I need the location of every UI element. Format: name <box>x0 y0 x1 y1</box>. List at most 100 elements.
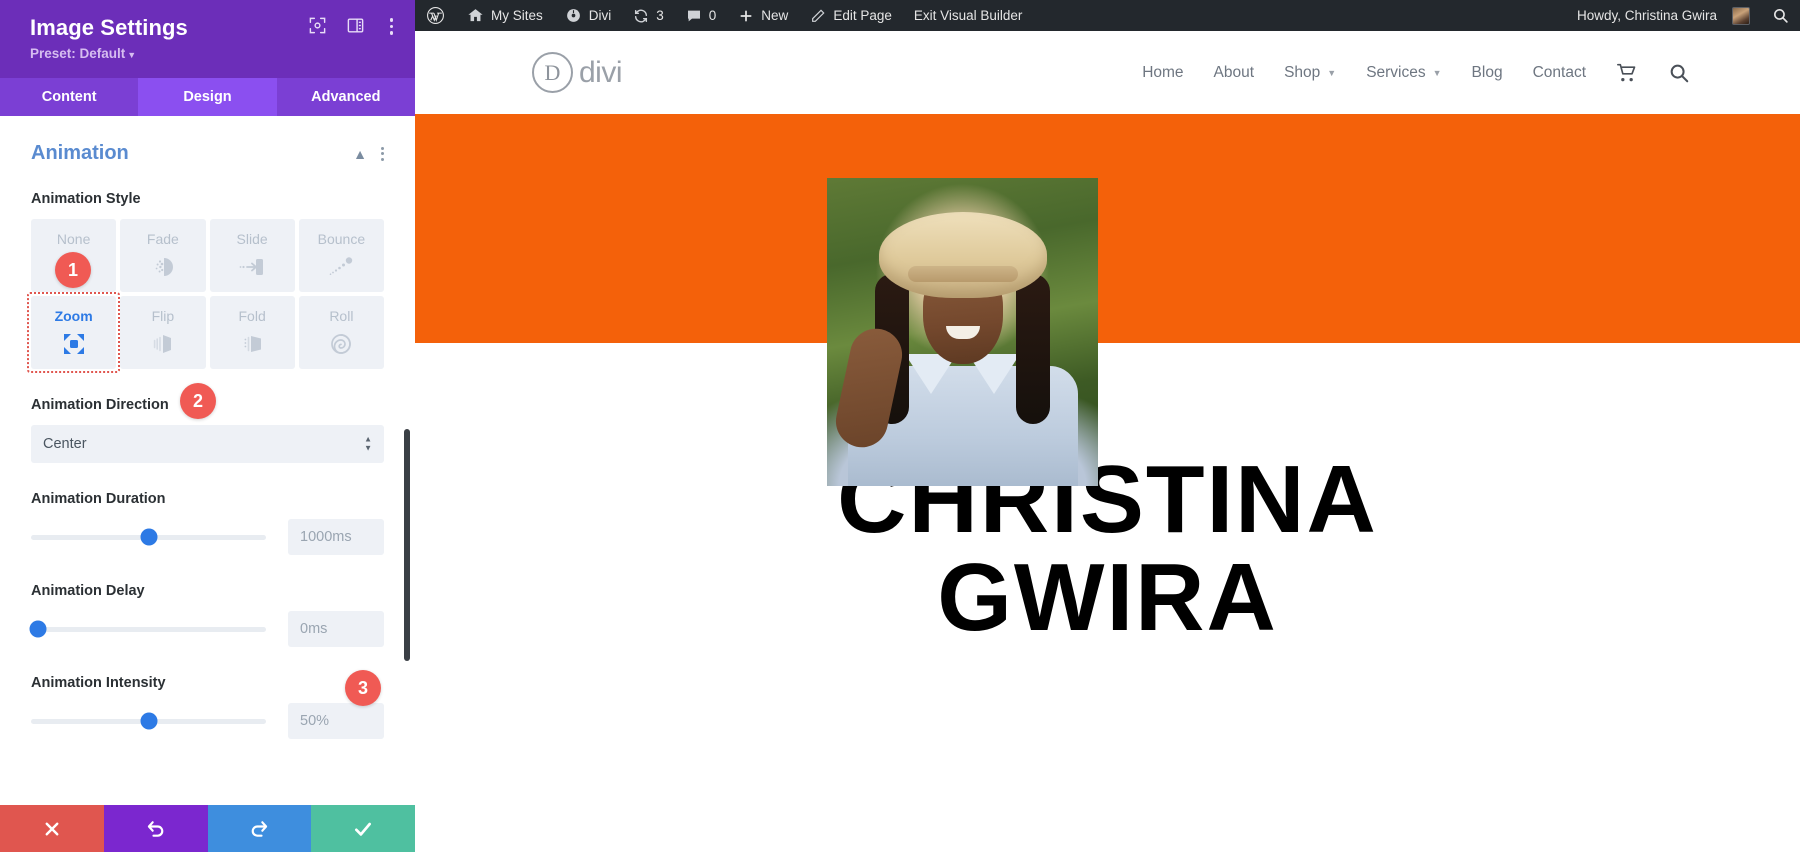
redo-icon <box>249 819 269 839</box>
admin-bar-my-sites-label: My Sites <box>491 8 543 23</box>
wordpress-admin-bar: My Sites Divi 3 0 New Edit Page Exit Vis… <box>415 0 1800 31</box>
hero-name-block: CHRISTINA GWIRA <box>415 343 1800 852</box>
panel-footer <box>0 805 415 852</box>
animation-style-slide[interactable]: Slide <box>209 219 295 292</box>
tab-label: Advanced <box>311 89 381 105</box>
cart-button[interactable] <box>1616 63 1638 83</box>
admin-bar-search[interactable] <box>1761 0 1800 31</box>
chevron-down-icon: ▼ <box>127 49 137 60</box>
admin-bar-divi[interactable]: Divi <box>554 0 623 31</box>
hero-portrait-image[interactable] <box>827 178 1098 486</box>
animation-style-label-item: Fade <box>146 231 179 247</box>
panel-header: Image Settings Preset: Default ▼ <box>0 0 415 78</box>
animation-duration-row: 1000ms <box>31 519 384 555</box>
admin-bar-new[interactable]: New <box>727 0 799 31</box>
animation-style-label-item: Fold <box>238 308 266 324</box>
checkmark-icon <box>353 819 373 839</box>
animation-style-zoom[interactable]: Zoom <box>27 292 121 373</box>
redo-button[interactable] <box>207 805 312 852</box>
plus-icon <box>738 8 754 24</box>
tab-label: Content <box>41 89 97 105</box>
admin-bar-new-label: New <box>761 8 789 23</box>
nav-item-label: Contact <box>1532 63 1586 81</box>
animation-style-label-item: Roll <box>329 308 354 324</box>
animation-delay-slider[interactable] <box>29 620 266 638</box>
undo-button[interactable] <box>103 805 208 852</box>
fullscreen-icon[interactable] <box>308 16 328 36</box>
site-search-button[interactable] <box>1668 62 1690 84</box>
site-logo-text: divi <box>579 55 623 89</box>
preset-selector[interactable]: Preset: Default ▼ <box>30 46 393 61</box>
nav-item-home[interactable]: Home <box>1142 64 1183 82</box>
annotation-badge-1: 1 <box>55 252 91 288</box>
nav-item-services[interactable]: Services ▼ <box>1366 64 1441 82</box>
animation-direction-value: Center <box>43 436 87 452</box>
animation-intensity-value[interactable]: 50% <box>288 703 384 739</box>
animation-style-roll[interactable]: Roll <box>298 296 384 369</box>
animation-duration-slider[interactable] <box>31 528 266 546</box>
animation-style-label: Animation Style <box>31 191 141 207</box>
admin-bar-comments[interactable]: 0 <box>675 0 728 31</box>
chevron-up-icon[interactable]: ▲ <box>353 147 367 161</box>
animation-style-fold[interactable]: Fold <box>209 296 295 369</box>
nav-item-label: Shop <box>1284 63 1321 81</box>
divi-logo-icon: D <box>532 52 573 93</box>
animation-direction-select[interactable]: Center ▲ ▼ <box>31 425 384 463</box>
animation-intensity-slider[interactable] <box>31 712 266 730</box>
hero-name-line-1: CHRISTINA <box>837 446 1378 553</box>
image-settings-panel: Image Settings Preset: Default ▼ Content… <box>0 0 415 852</box>
animation-delay-label: Animation Delay <box>31 583 145 599</box>
updates-icon <box>633 8 649 24</box>
animation-delay-value[interactable]: 0ms <box>288 611 384 647</box>
flip-icon <box>150 331 176 357</box>
nav-item-about[interactable]: About <box>1214 64 1255 82</box>
zoom-icon <box>61 331 87 357</box>
nav-item-shop[interactable]: Shop ▼ <box>1284 64 1336 82</box>
cart-icon <box>1616 63 1638 83</box>
avatar <box>1732 6 1750 25</box>
chevron-down-icon: ▼ <box>1432 67 1442 78</box>
panel-layout-icon[interactable] <box>346 16 366 36</box>
section-more-options-icon[interactable] <box>381 146 384 161</box>
panel-scrollbar[interactable] <box>404 429 410 661</box>
animation-duration-value[interactable]: 1000ms <box>288 519 384 555</box>
admin-bar-exit-visual-builder[interactable]: Exit Visual Builder <box>903 0 1034 31</box>
animation-style-label-item: Flip <box>151 308 175 324</box>
wordpress-logo-icon <box>426 6 445 25</box>
panel-more-options-icon[interactable] <box>384 16 400 37</box>
undo-icon <box>146 819 166 839</box>
animation-section-header[interactable]: Animation ▲ <box>31 142 384 165</box>
hero-name-line-2: GWIRA <box>937 544 1278 652</box>
tab-design[interactable]: Design <box>138 78 277 116</box>
animation-style-label-item: Bounce <box>317 231 366 247</box>
divi-dashboard-icon <box>565 7 582 24</box>
tab-advanced[interactable]: Advanced <box>276 78 415 116</box>
animation-style-bounce[interactable]: Bounce <box>298 219 384 292</box>
admin-bar-updates[interactable]: 3 <box>622 0 675 31</box>
tab-content[interactable]: Content <box>0 78 139 116</box>
admin-bar-wordpress-logo[interactable] <box>415 0 456 31</box>
hero-orange-band <box>415 114 1800 486</box>
admin-bar-updates-count: 3 <box>656 8 664 23</box>
animation-style-grid: None Fade Slide Bounce Zoom Flip Fold Ro… <box>27 219 384 373</box>
admin-bar-edit-page[interactable]: Edit Page <box>799 0 903 31</box>
admin-bar-howdy[interactable]: Howdy, Christina Gwira <box>1566 0 1761 31</box>
animation-style-flip[interactable]: Flip <box>120 296 206 369</box>
animation-intensity-row: 50% <box>31 703 384 739</box>
save-button[interactable] <box>311 805 415 852</box>
admin-bar-my-sites[interactable]: My Sites <box>456 0 554 31</box>
site-header: D divi Home About Shop ▼ Services ▼ Blog… <box>415 31 1800 114</box>
site-logo[interactable]: D divi <box>532 52 623 93</box>
cancel-button[interactable] <box>0 805 104 852</box>
nav-item-contact[interactable]: Contact <box>1533 64 1586 82</box>
sites-icon <box>467 7 484 24</box>
animation-style-fade[interactable]: Fade <box>120 219 206 292</box>
fold-icon <box>239 331 265 357</box>
search-icon <box>1772 7 1789 24</box>
search-icon <box>1668 62 1690 84</box>
nav-item-blog[interactable]: Blog <box>1472 64 1503 82</box>
chevron-down-icon: ▼ <box>1327 67 1337 78</box>
animation-delay-row: 0ms <box>29 611 384 647</box>
visual-builder-preview: My Sites Divi 3 0 New Edit Page Exit Vis… <box>415 0 1800 852</box>
section-title: Animation <box>31 142 129 164</box>
